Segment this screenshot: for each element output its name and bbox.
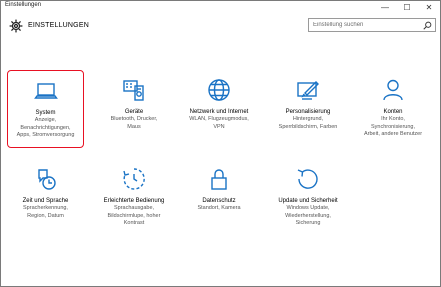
tile-network[interactable]: Netzwerk und Internet WLAN, Flugzeugmodu… xyxy=(179,70,259,150)
search-icon[interactable] xyxy=(423,21,432,30)
tile-description: Bildschirmlupe, hoher xyxy=(107,212,161,219)
tile-label: Erleichterte Bedienung xyxy=(103,198,165,204)
header: EINSTELLUNGEN xyxy=(1,13,440,39)
devices-icon xyxy=(123,80,144,101)
tile-description: Arbeit, andere Benutzer xyxy=(363,131,423,137)
gear-icon xyxy=(9,19,23,33)
tile-description: Apps, Stromversorgung xyxy=(16,132,75,138)
tile-devices[interactable]: Geräte Bluetooth, Drucker, Maus xyxy=(94,70,174,150)
settings-window: Einstellungen — ☐ ✕ EINSTELLUNGEN Einste… xyxy=(0,0,441,287)
paint-icon xyxy=(297,81,319,100)
tile-description: VPN xyxy=(213,123,225,130)
tile-label: Geräte xyxy=(124,109,144,115)
tile-label: System xyxy=(35,110,56,116)
tile-label: Zeit und Sprache xyxy=(22,198,69,204)
tile-accounts[interactable]: Konten Ihr Konto, Synchronisierung, Arbe… xyxy=(353,70,433,150)
window-title: Einstellungen xyxy=(5,2,42,8)
tile-personalization[interactable]: Personalisierung Hintergrund, Sperrbilds… xyxy=(268,70,348,150)
tile-description: Bluetooth, Drucker, xyxy=(110,116,158,122)
title-bar: Einstellungen — ☐ ✕ xyxy=(1,1,440,13)
minimize-button[interactable]: — xyxy=(374,1,396,13)
tile-description: Maus xyxy=(127,123,141,130)
person-icon xyxy=(383,79,403,101)
tile-privacy[interactable]: Datenschutz Standort, Kamera xyxy=(179,159,259,239)
tile-label: Update und Sicherheit xyxy=(278,198,338,204)
tile-ease-of-access[interactable]: Erleichterte Bedienung Sprachausgabe, Bi… xyxy=(94,159,174,239)
search-input[interactable] xyxy=(309,19,425,31)
close-button[interactable]: ✕ xyxy=(418,1,440,13)
tile-description: Benachrichtigungen, xyxy=(20,124,71,131)
tile-description: Sicherung xyxy=(295,220,321,226)
time-language-icon xyxy=(37,169,56,190)
tile-description: Wiederherstellung, xyxy=(285,212,331,219)
tile-description: Region, Datum xyxy=(27,212,64,219)
laptop-icon xyxy=(33,83,58,99)
maximize-button[interactable]: ☐ xyxy=(396,1,418,13)
tile-description: Synchronisierung, xyxy=(370,123,416,130)
tile-system[interactable]: System Anzeige, Benachrichtigungen, Apps… xyxy=(7,70,84,148)
tile-description: Ihr Konto, xyxy=(381,116,405,122)
ease-of-access-icon xyxy=(123,168,145,190)
search-box[interactable] xyxy=(308,18,436,32)
tile-label: Personalisierung xyxy=(285,109,331,115)
window-controls: — ☐ ✕ xyxy=(374,1,440,13)
tile-time-language[interactable]: Zeit und Sprache Spracherkennung, Region… xyxy=(7,159,84,239)
globe-icon xyxy=(208,79,230,101)
tile-description: Kontrast xyxy=(123,220,145,226)
tile-description: Anzeige, xyxy=(34,117,57,123)
tile-label: Konten xyxy=(383,109,403,115)
tile-description: Standort, Kamera xyxy=(197,205,241,211)
tile-label: Datenschutz xyxy=(202,198,236,204)
tile-description: WLAN, Flugzeugmodus, xyxy=(189,116,249,122)
tile-description: Sprachausgabe, xyxy=(113,205,155,211)
tile-label: Netzwerk und Internet xyxy=(189,109,249,115)
tile-description: Hintergrund, xyxy=(292,116,324,122)
tile-description: Sperrbildschirm, Farben xyxy=(278,123,338,130)
page-title: EINSTELLUNGEN xyxy=(28,22,89,29)
lock-icon xyxy=(211,169,227,190)
update-icon xyxy=(297,169,318,189)
tile-update-security[interactable]: Update und Sicherheit Windows Update, Wi… xyxy=(268,159,348,239)
tile-description: Windows Update, xyxy=(286,205,330,211)
tile-description: Spracherkennung, xyxy=(23,205,68,211)
